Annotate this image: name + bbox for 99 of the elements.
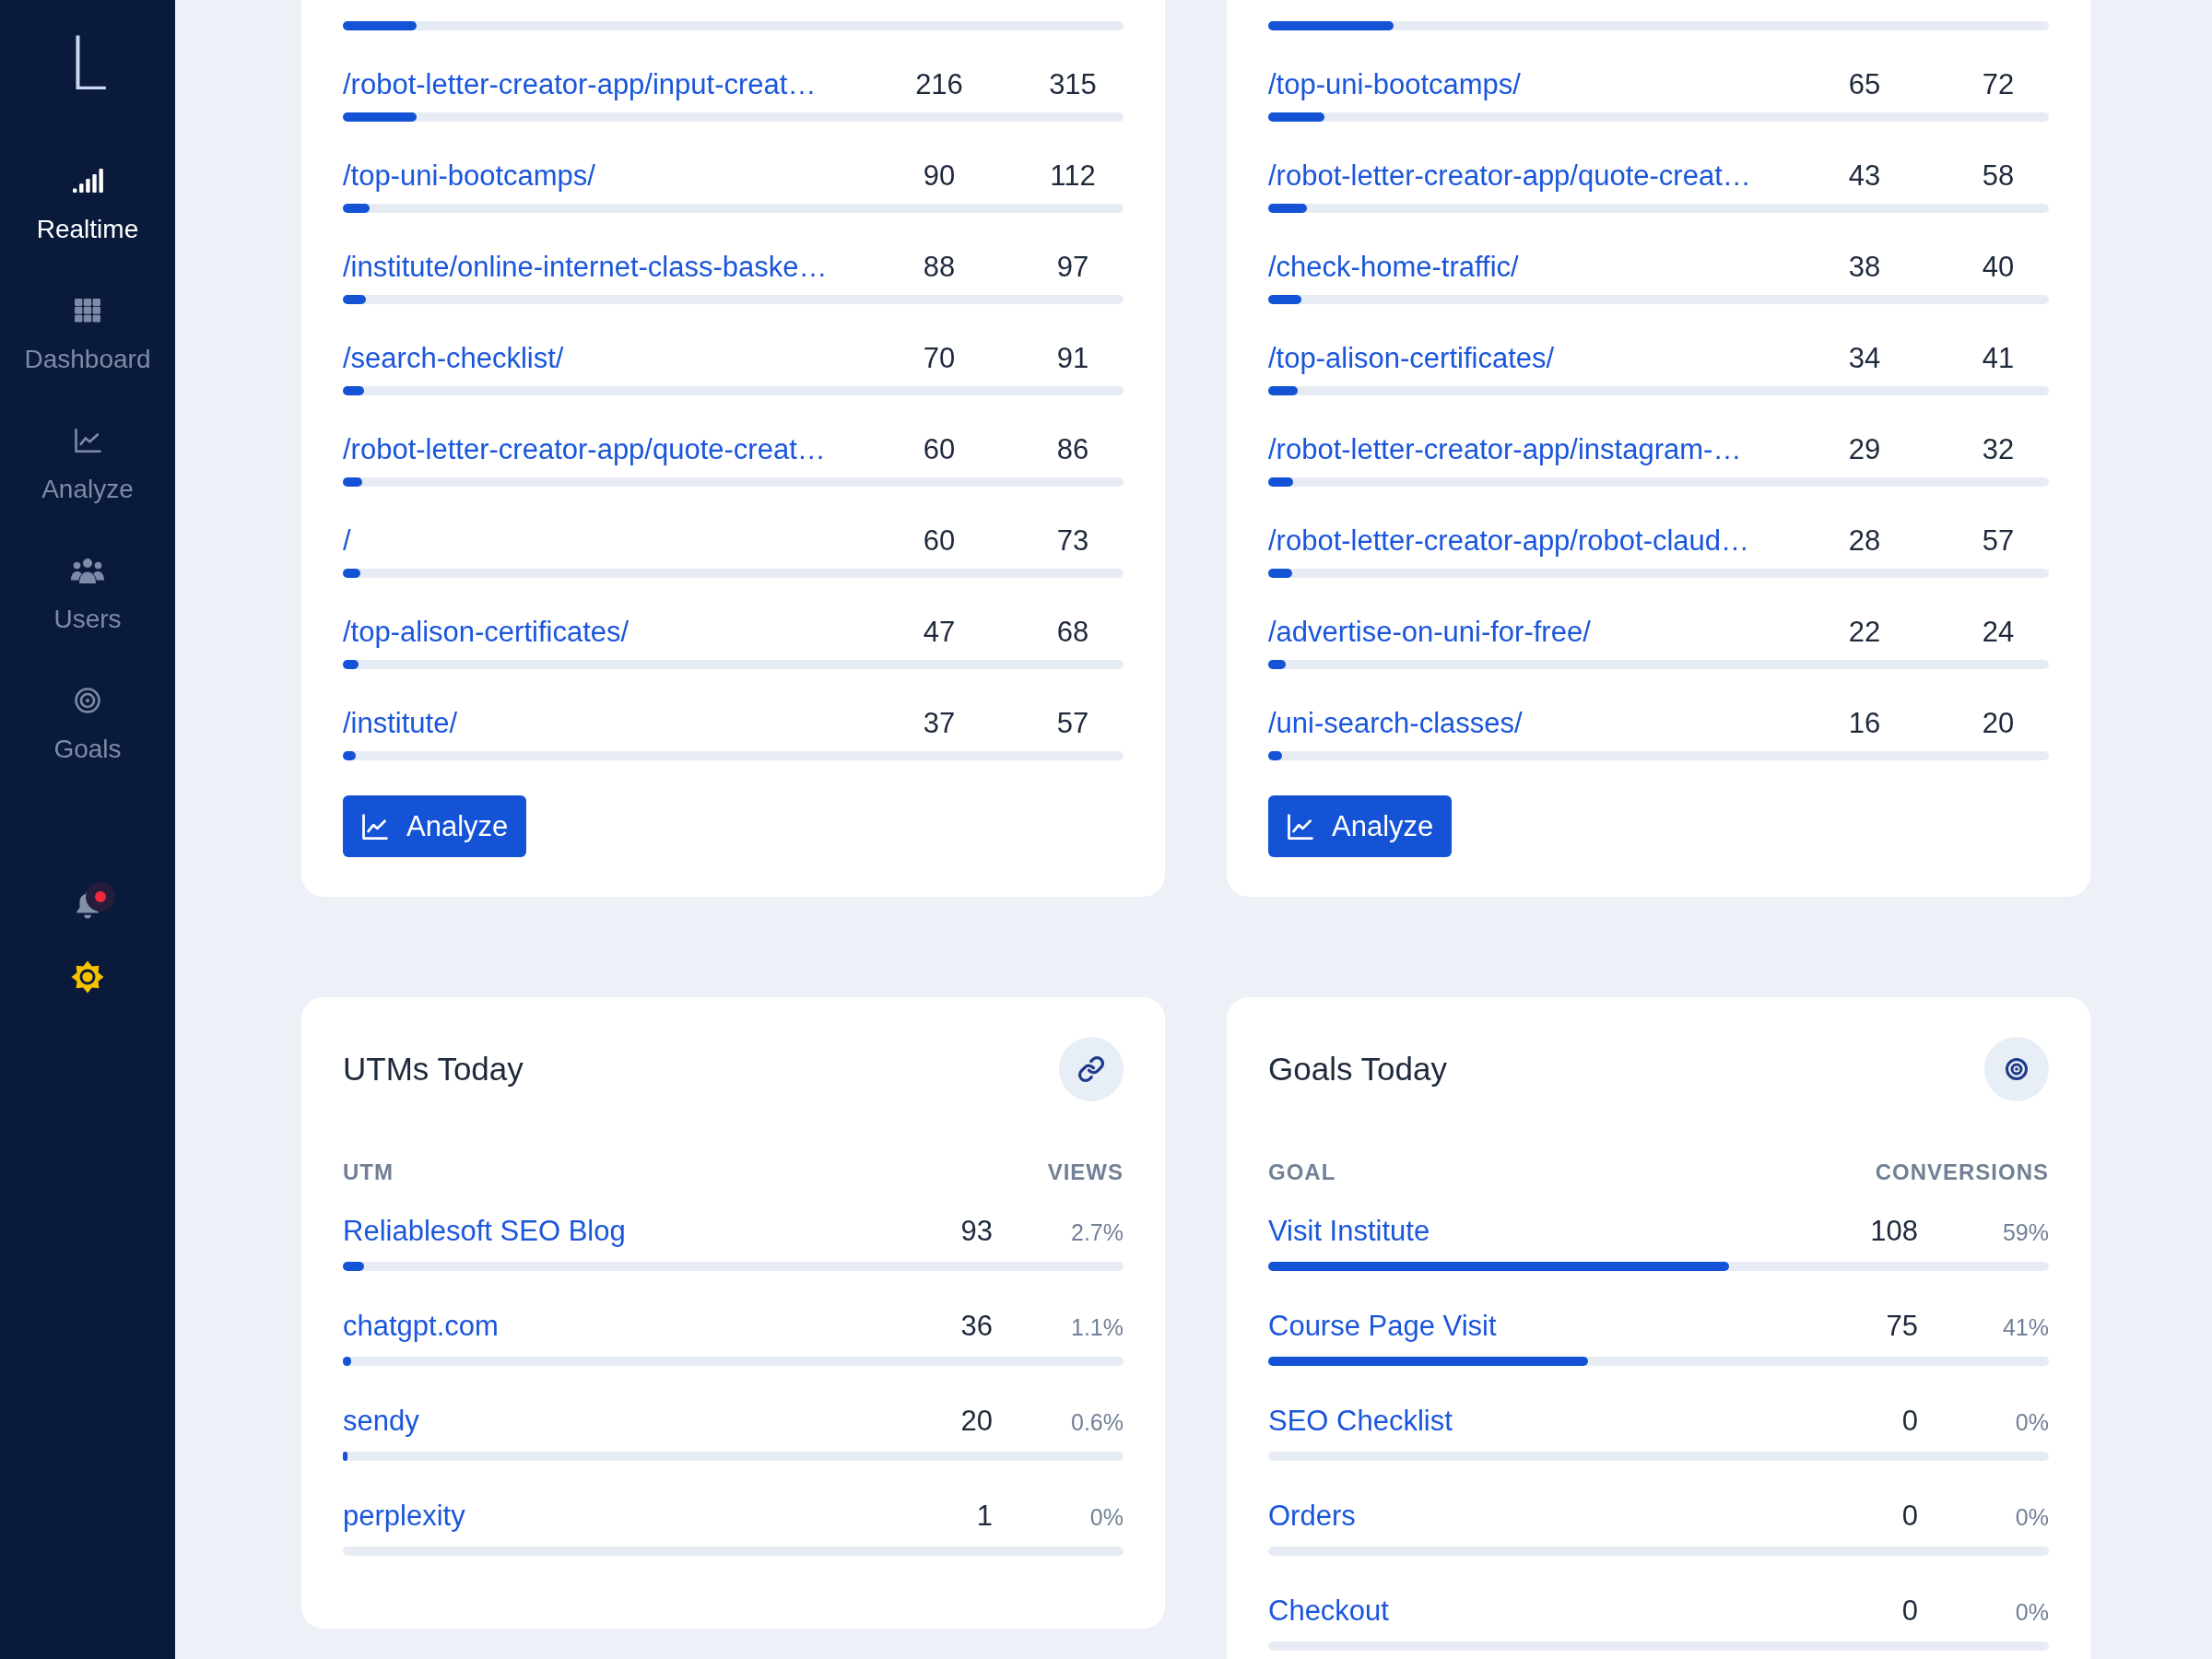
- count-value: 36: [960, 1309, 993, 1344]
- page-link[interactable]: /institute/online-internet-class-baske…: [343, 249, 828, 286]
- line-chart-icon: [74, 429, 101, 453]
- count-value: 32: [1982, 432, 2015, 467]
- percent-value: 0%: [2015, 1503, 2049, 1532]
- page-link[interactable]: /robot-letter-creator-app/instagram-…: [1268, 431, 1742, 468]
- page-link[interactable]: /top-uni-bootcamps/: [343, 158, 595, 194]
- page-link[interactable]: /institute/: [343, 705, 458, 742]
- target-icon: [1984, 1037, 2049, 1101]
- count-value: 20: [1982, 706, 2015, 741]
- percent-value: 0%: [1089, 1503, 1124, 1532]
- count-value: 28: [1848, 524, 1881, 559]
- count-value: 38: [1848, 250, 1881, 285]
- link-icon: [1059, 1037, 1124, 1101]
- count-value: 68: [1056, 615, 1089, 650]
- page-link[interactable]: /advertise-on-uni-for-free/: [1268, 614, 1591, 651]
- line-chart-icon: [1287, 812, 1314, 841]
- count-value: 57: [1056, 706, 1089, 741]
- count-value: 22: [1848, 615, 1881, 650]
- count-value: 75: [1886, 1309, 1918, 1344]
- utm-link[interactable]: perplexity: [343, 1498, 465, 1535]
- count-value: 47: [923, 615, 956, 650]
- count-value: 24: [1982, 615, 2015, 650]
- column-header: VIEWS: [1047, 1159, 1124, 1186]
- count-value: 70: [923, 341, 956, 376]
- goal-link[interactable]: Checkout: [1268, 1593, 1389, 1630]
- goal-link[interactable]: Orders: [1268, 1498, 1356, 1535]
- goal-link[interactable]: SEO Checklist: [1268, 1403, 1453, 1440]
- percent-value: 59%: [2002, 1218, 2049, 1247]
- nav-item[interactable]: Users: [0, 538, 175, 668]
- card-title: UTMs Today: [343, 1050, 524, 1088]
- analyze-button[interactable]: Analyze: [1268, 795, 1453, 857]
- percent-value: 41%: [2002, 1313, 2049, 1342]
- count-value: 1: [976, 1499, 993, 1534]
- card-title: Goals Today: [1268, 1050, 1447, 1088]
- percent-value: 0%: [2015, 1408, 2049, 1437]
- column-header: GOAL: [1268, 1159, 1336, 1186]
- signal-bars-icon: [72, 169, 103, 193]
- page-link[interactable]: /search-checklist/: [343, 340, 564, 377]
- count-value: 0: [1901, 1404, 1918, 1439]
- count-value: 34: [1848, 341, 1881, 376]
- page-link[interactable]: /robot-letter-creator-app/quote-creat…: [1268, 158, 1751, 194]
- percent-value: 0.6%: [1071, 1408, 1124, 1437]
- page-link[interactable]: /robot-letter-creator-app/quote-creat…: [343, 431, 826, 468]
- nav-item[interactable]: Goals: [0, 668, 175, 798]
- count-value: 108: [1870, 1214, 1918, 1249]
- utm-link[interactable]: chatgpt.com: [343, 1308, 499, 1345]
- count-value: 20: [960, 1404, 993, 1439]
- count-value: 73: [1056, 524, 1089, 559]
- count-value: 0: [1901, 1594, 1918, 1629]
- logo: L: [66, 28, 109, 109]
- page-link[interactable]: /top-uni-bootcamps/: [1268, 66, 1521, 103]
- count-value: 315: [1049, 67, 1097, 102]
- count-value: 0: [1901, 1499, 1918, 1534]
- count-value: 37: [923, 706, 956, 741]
- utm-link[interactable]: Reliablesoft SEO Blog: [343, 1213, 626, 1250]
- users-icon: [71, 558, 104, 583]
- percent-value: 2.7%: [1071, 1218, 1124, 1247]
- count-value: 60: [923, 432, 956, 467]
- nav-item[interactable]: Realtime: [0, 148, 175, 278]
- goal-link[interactable]: Visit Institute: [1268, 1213, 1430, 1250]
- count-value: 72: [1982, 67, 2015, 102]
- count-value: 86: [1056, 432, 1089, 467]
- analyze-button[interactable]: Analyze: [343, 795, 527, 857]
- target-icon: [75, 688, 100, 713]
- count-value: 88: [923, 250, 956, 285]
- nav-item[interactable]: Dashboard: [0, 278, 175, 408]
- count-value: 90: [923, 159, 956, 194]
- page-link[interactable]: /robot-letter-creator-app/input-creat…: [343, 66, 817, 103]
- count-value: 65: [1848, 67, 1881, 102]
- nav-item[interactable]: Analyze: [0, 408, 175, 538]
- count-value: 112: [1050, 159, 1096, 194]
- page-link[interactable]: /check-home-traffic/: [1268, 249, 1519, 286]
- goal-link[interactable]: Course Page Visit: [1268, 1308, 1497, 1345]
- percent-value: 0%: [2015, 1598, 2049, 1627]
- grid-icon: [75, 299, 100, 323]
- count-value: 91: [1056, 341, 1089, 376]
- count-value: 97: [1056, 250, 1089, 285]
- line-chart-icon: [361, 812, 389, 841]
- page-link[interactable]: /uni-search-classes/: [1268, 705, 1523, 742]
- count-value: 57: [1982, 524, 2015, 559]
- column-header: CONVERSIONS: [1875, 1159, 2049, 1186]
- percent-value: 1.1%: [1071, 1313, 1124, 1342]
- column-header: UTM: [343, 1159, 394, 1186]
- utm-link[interactable]: sendy: [343, 1403, 419, 1440]
- count-value: 43: [1848, 159, 1881, 194]
- sun-icon[interactable]: [71, 960, 104, 994]
- count-value: 29: [1848, 432, 1881, 467]
- count-value: 41: [1982, 341, 2015, 376]
- page-link[interactable]: /: [343, 523, 351, 559]
- count-value: 16: [1848, 706, 1881, 741]
- count-value: 40: [1982, 250, 2015, 285]
- count-value: 60: [923, 524, 956, 559]
- page-link[interactable]: /robot-letter-creator-app/robot-claud…: [1268, 523, 1750, 559]
- page-link[interactable]: /top-alison-certificates/: [1268, 340, 1555, 377]
- count-value: 58: [1982, 159, 2015, 194]
- count-value: 93: [960, 1214, 993, 1249]
- page-link[interactable]: /top-alison-certificates/: [343, 614, 629, 651]
- count-value: 216: [915, 67, 963, 102]
